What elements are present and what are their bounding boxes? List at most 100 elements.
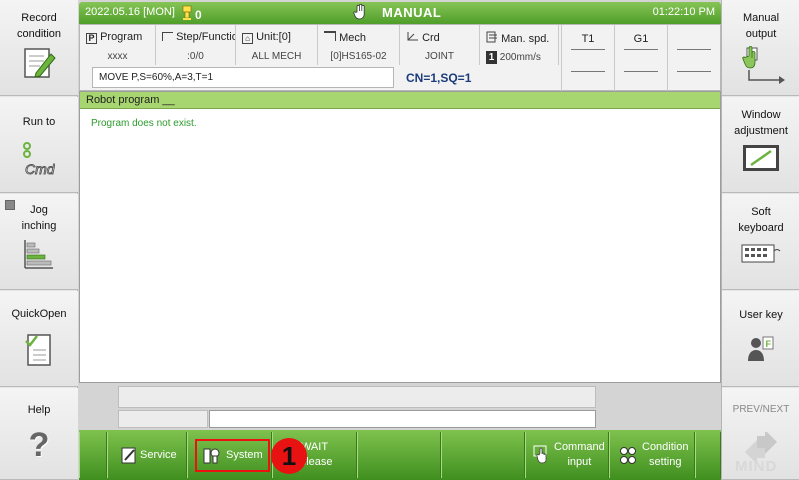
bars-icon: [24, 240, 53, 269]
status-header: 2022.05.16 [MON] 0 MANUAL 01:22:10 PM: [79, 2, 721, 24]
user-key-label: User key: [739, 309, 783, 321]
step-cell[interactable]: Step/Functio :0/0: [156, 25, 236, 65]
prev-next-label: PREV/NEXT: [732, 404, 790, 415]
coordinate-icon: [407, 32, 418, 41]
time-text: 01:22:10 PM: [652, 6, 715, 18]
command-input-label: Command input: [554, 441, 605, 468]
window-adjustment-label: Window adjustment: [734, 109, 788, 137]
condition-setting-label: Condition setting: [642, 441, 689, 468]
bottom-toolbar: Service System WAIT release Command inpu…: [79, 430, 721, 480]
hand-arrow-icon: [742, 46, 785, 84]
step-title: Step/Functio: [162, 31, 235, 43]
svg-text:Cmd: Cmd: [25, 161, 55, 176]
unit-icon: ⌂: [242, 33, 253, 44]
tool-slot-3[interactable]: [667, 25, 720, 91]
tool-slot-1[interactable]: T1: [561, 25, 614, 91]
user-key-icon: F: [748, 336, 774, 361]
tool-slot-2-line-bottom: [624, 71, 658, 72]
help-label: Help: [27, 404, 51, 416]
tool-slot-1-label: T1: [581, 33, 595, 45]
crd-title: Crd: [406, 31, 440, 44]
lamp-icon: [182, 5, 192, 20]
tool-slot-2[interactable]: G1: [614, 25, 667, 91]
program-message: Program does not exist.: [91, 118, 197, 129]
jog-inching-label: Jog inching: [21, 204, 57, 232]
tool-slot-1-line-top: [571, 49, 605, 50]
unit-title: ⌂ Unit:[0]: [242, 31, 291, 44]
mech-value: [0]HS165-02: [330, 51, 387, 62]
keyboard-icon: [741, 244, 781, 263]
toolbar-empty-2[interactable]: [441, 432, 525, 478]
tool-slot-2-label: G1: [633, 33, 649, 45]
input-text-field[interactable]: [209, 410, 596, 428]
window-adjust-icon: [743, 145, 779, 171]
counter-value: 0: [195, 8, 202, 22]
speed-level-badge: 1: [486, 51, 497, 64]
run-to-button[interactable]: Run to Cmd: [0, 97, 78, 193]
window-adjustment-button[interactable]: Window adjustment: [722, 97, 799, 193]
condition-setting-button[interactable]: Condition setting: [609, 432, 695, 478]
step-icon: [162, 32, 173, 41]
soft-keyboard-label: Soft keyboard: [738, 206, 784, 234]
date-text: 2022.05.16 [MON]: [85, 6, 175, 18]
quickopen-button[interactable]: QuickOpen: [0, 291, 78, 387]
robot-program-panel: Robot program __ Program does not exist.: [79, 91, 721, 383]
cn-sq-text: CN=1,SQ=1: [406, 71, 472, 85]
program-cell[interactable]: P Program xxxx: [80, 25, 156, 65]
manual-output-label: Manual output: [742, 12, 780, 40]
program-value: xxxx: [107, 51, 128, 62]
mech-icon: [324, 31, 336, 41]
step-value: :0/0: [187, 51, 204, 62]
toolbar-spacer-1: [79, 432, 107, 478]
speed-title: Man. spd.: [486, 31, 549, 45]
program-title: P Program: [86, 31, 142, 44]
speed-value: 200mm/s: [499, 52, 541, 63]
tool-slot-3-line-top: [677, 49, 711, 50]
mech-cell[interactable]: Mech [0]HS165-02: [318, 25, 400, 65]
service-button[interactable]: Service: [107, 432, 187, 478]
system-button-highlight: [195, 439, 270, 472]
speed-value-row: 1 200mm/s: [486, 51, 558, 64]
tool-slot-2-line-top: [624, 49, 658, 50]
hand-icon: [353, 4, 365, 20]
run-to-label: Run to: [22, 116, 56, 128]
jog-inching-button[interactable]: Jog inching: [0, 194, 78, 290]
message-field: [118, 386, 596, 408]
pencil-notepad-icon: [24, 48, 56, 78]
mode-text: MANUAL: [382, 5, 442, 20]
info-panel: P Program xxxx Step/Functio :0/0 ⌂ Unit:…: [79, 24, 721, 91]
soft-keyboard-button[interactable]: Soft keyboard: [722, 194, 799, 290]
toolbar-empty-1[interactable]: [357, 432, 441, 478]
robot-program-title: Robot program __: [80, 92, 720, 109]
unit-value: ALL MECH: [251, 51, 302, 62]
program-icon: P: [86, 33, 97, 44]
input-prompt-field: [118, 410, 208, 428]
toolbar-spacer-2: [695, 432, 721, 478]
annotation-number-badge: 1: [271, 438, 307, 474]
speed-cell[interactable]: Man. spd. 1 200mm/s: [480, 25, 559, 65]
command-input-button[interactable]: Command input: [525, 432, 609, 478]
manual-output-button[interactable]: Manual output: [722, 0, 799, 96]
speed-list-icon: [486, 31, 497, 43]
condition-setting-icon: [620, 447, 636, 464]
service-edit-icon: [121, 447, 136, 464]
user-key-button[interactable]: User key F: [722, 291, 799, 387]
right-function-panel: Manual output Window adjustment Soft key…: [721, 0, 799, 480]
crd-cell[interactable]: Crd JOINT: [400, 25, 480, 65]
command-input-icon: [533, 445, 547, 464]
command-line[interactable]: MOVE P,S=60%,A=3,T=1: [92, 67, 394, 88]
help-button[interactable]: Help ?: [0, 388, 78, 480]
tool-slot-3-line-bottom: [677, 71, 711, 72]
record-condition-label: Record condition: [16, 12, 62, 40]
tool-slot-1-line-bottom: [571, 71, 605, 72]
service-label: Service: [140, 449, 177, 461]
question-icon: ?: [28, 426, 50, 464]
svg-text:F: F: [766, 339, 772, 349]
crd-value: JOINT: [425, 51, 454, 62]
mech-title: Mech: [324, 31, 366, 44]
brand-watermark: MIND: [735, 458, 778, 475]
left-function-panel: Record condition Run to Cmd Jog inching: [0, 0, 78, 480]
quickopen-label: QuickOpen: [11, 308, 67, 320]
record-condition-button[interactable]: Record condition: [0, 0, 78, 96]
unit-cell[interactable]: ⌂ Unit:[0] ALL MECH: [236, 25, 318, 65]
